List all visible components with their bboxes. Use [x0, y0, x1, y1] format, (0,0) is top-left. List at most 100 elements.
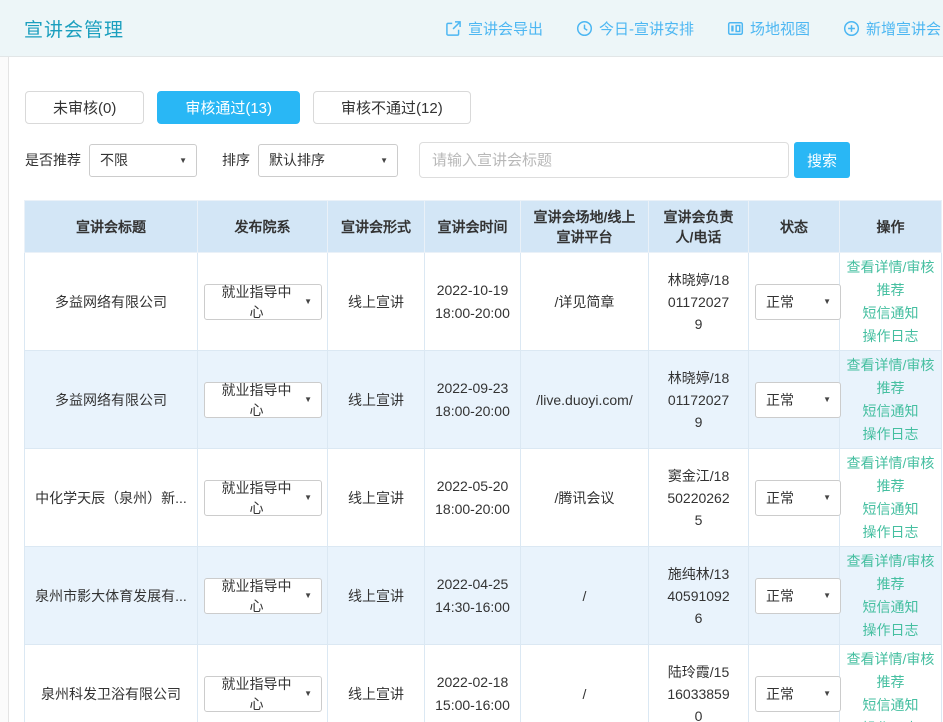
view-detail-review-link[interactable]: 查看详情/审核: [847, 257, 935, 277]
presentation-format: 线上宣讲: [348, 588, 404, 604]
sort-filter-label: 排序: [222, 150, 250, 170]
presentations-table-wrap: 宣讲会标题 发布院系 宣讲会形式 宣讲会时间 宣讲会场地/线上宣讲平台 宣讲会负…: [24, 200, 943, 722]
recommend-select[interactable]: 不限 ▼: [89, 144, 197, 177]
department-select[interactable]: 就业指导中心 ▼: [204, 284, 322, 320]
col-header-title: 宣讲会标题: [25, 201, 198, 253]
presentation-venue: /详见简章: [555, 294, 615, 310]
chevron-down-icon: ▼: [823, 591, 831, 600]
add-presentation-label: 新增宣讲会: [866, 18, 941, 39]
department-select[interactable]: 就业指导中心 ▼: [204, 382, 322, 418]
presentation-format: 线上宣讲: [348, 392, 404, 408]
row-actions: 查看详情/审核推荐短信通知操作日志: [846, 649, 935, 722]
row-actions: 查看详情/审核推荐短信通知操作日志: [846, 257, 935, 346]
department-select[interactable]: 就业指导中心 ▼: [204, 676, 322, 712]
presentation-title: 多益网络有限公司: [31, 390, 191, 410]
venue-view-label: 场地视图: [750, 18, 810, 39]
col-header-venue: 宣讲会场地/线上宣讲平台: [521, 201, 649, 253]
recommend-link[interactable]: 推荐: [877, 378, 905, 398]
presentation-contact: 窦金江/18502202625: [655, 465, 742, 531]
status-select-value: 正常: [766, 586, 794, 606]
search-button[interactable]: 搜索: [794, 142, 850, 178]
search-input[interactable]: [419, 142, 789, 178]
table-row: 泉州科发卫浴有限公司 就业指导中心 ▼ 线上宣讲 2022-02-18 15:0…: [25, 645, 942, 722]
table-row: 泉州市影大体育发展有... 就业指导中心 ▼ 线上宣讲 2022-04-25 1…: [25, 547, 942, 645]
page-title: 宣讲会管理: [24, 15, 124, 42]
sms-notify-link[interactable]: 短信通知: [863, 597, 919, 617]
venue-layout-icon: [727, 20, 744, 37]
today-schedule-button[interactable]: 今日-宣讲安排: [576, 18, 694, 39]
presentation-title: 中化学天辰（泉州）新...: [31, 488, 191, 508]
presentation-venue: /: [583, 588, 587, 604]
department-select[interactable]: 就业指导中心 ▼: [204, 480, 322, 516]
presentation-date: 2022-02-18: [431, 671, 514, 694]
chevron-down-icon: ▼: [304, 591, 312, 600]
header-actions: 宣讲会导出 今日-宣讲安排 场地视图: [445, 18, 943, 39]
status-select-value: 正常: [766, 390, 794, 410]
recommend-select-value: 不限: [100, 150, 128, 170]
sms-notify-link[interactable]: 短信通知: [863, 401, 919, 421]
chevron-down-icon: ▼: [823, 689, 831, 698]
add-presentation-button[interactable]: 新增宣讲会: [843, 18, 941, 39]
presentation-date: 2022-10-19: [431, 279, 514, 302]
recommend-link[interactable]: 推荐: [877, 280, 905, 300]
view-detail-review-link[interactable]: 查看详情/审核: [847, 649, 935, 669]
presentation-format: 线上宣讲: [348, 294, 404, 310]
recommend-link[interactable]: 推荐: [877, 574, 905, 594]
status-select[interactable]: 正常 ▼: [755, 578, 841, 614]
presentation-venue: /: [583, 686, 587, 702]
chevron-down-icon: ▼: [304, 297, 312, 306]
col-header-format: 宣讲会形式: [328, 201, 425, 253]
department-select-value: 就业指导中心: [215, 576, 298, 616]
presentation-venue: /腾讯会议: [555, 490, 615, 506]
presentation-time: 18:00-20:00: [431, 302, 514, 325]
status-select[interactable]: 正常 ▼: [755, 382, 841, 418]
export-presentations-button[interactable]: 宣讲会导出: [445, 18, 543, 39]
chevron-down-icon: ▼: [304, 689, 312, 698]
sort-select-value: 默认排序: [269, 150, 325, 170]
tab-rejected[interactable]: 审核不通过(12): [313, 91, 471, 124]
recommend-link[interactable]: 推荐: [877, 476, 905, 496]
venue-view-button[interactable]: 场地视图: [727, 18, 810, 39]
operation-log-link[interactable]: 操作日志: [863, 326, 919, 346]
presentation-time: 14:30-16:00: [431, 596, 514, 619]
plus-circle-icon: [843, 20, 860, 37]
department-select-value: 就业指导中心: [215, 282, 298, 322]
chevron-down-icon: ▼: [179, 156, 187, 165]
recommend-link[interactable]: 推荐: [877, 672, 905, 692]
chevron-down-icon: ▼: [304, 493, 312, 502]
department-select[interactable]: 就业指导中心 ▼: [204, 578, 322, 614]
operation-log-link[interactable]: 操作日志: [863, 424, 919, 444]
chevron-down-icon: ▼: [823, 493, 831, 502]
status-select-value: 正常: [766, 488, 794, 508]
col-header-contact: 宣讲会负责人/电话: [649, 201, 749, 253]
sort-select[interactable]: 默认排序 ▼: [258, 144, 398, 177]
view-detail-review-link[interactable]: 查看详情/审核: [847, 453, 935, 473]
export-label: 宣讲会导出: [468, 18, 543, 39]
presentation-title: 泉州市影大体育发展有...: [31, 586, 191, 606]
presentation-format: 线上宣讲: [348, 490, 404, 506]
status-select[interactable]: 正常 ▼: [755, 480, 841, 516]
table-body: 多益网络有限公司 就业指导中心 ▼ 线上宣讲 2022-10-19 18:00-…: [25, 253, 942, 722]
view-detail-review-link[interactable]: 查看详情/审核: [847, 551, 935, 571]
sms-notify-link[interactable]: 短信通知: [863, 499, 919, 519]
presentation-date: 2022-05-20: [431, 475, 514, 498]
sms-notify-link[interactable]: 短信通知: [863, 695, 919, 715]
tab-unreviewed[interactable]: 未审核(0): [25, 91, 144, 124]
tab-approved[interactable]: 审核通过(13): [157, 91, 300, 124]
operation-log-link[interactable]: 操作日志: [863, 620, 919, 640]
export-icon: [445, 20, 462, 37]
presentations-table: 宣讲会标题 发布院系 宣讲会形式 宣讲会时间 宣讲会场地/线上宣讲平台 宣讲会负…: [24, 200, 942, 722]
status-select[interactable]: 正常 ▼: [755, 676, 841, 712]
chevron-down-icon: ▼: [380, 156, 388, 165]
status-select-value: 正常: [766, 684, 794, 704]
status-select[interactable]: 正常 ▼: [755, 284, 841, 320]
department-select-value: 就业指导中心: [215, 478, 298, 518]
view-detail-review-link[interactable]: 查看详情/审核: [847, 355, 935, 375]
operation-log-link[interactable]: 操作日志: [863, 718, 919, 722]
sms-notify-link[interactable]: 短信通知: [863, 303, 919, 323]
row-actions: 查看详情/审核推荐短信通知操作日志: [846, 551, 935, 640]
recommend-filter-label: 是否推荐: [25, 150, 81, 170]
operation-log-link[interactable]: 操作日志: [863, 522, 919, 542]
table-row: 多益网络有限公司 就业指导中心 ▼ 线上宣讲 2022-10-19 18:00-…: [25, 253, 942, 351]
presentation-date: 2022-04-25: [431, 573, 514, 596]
